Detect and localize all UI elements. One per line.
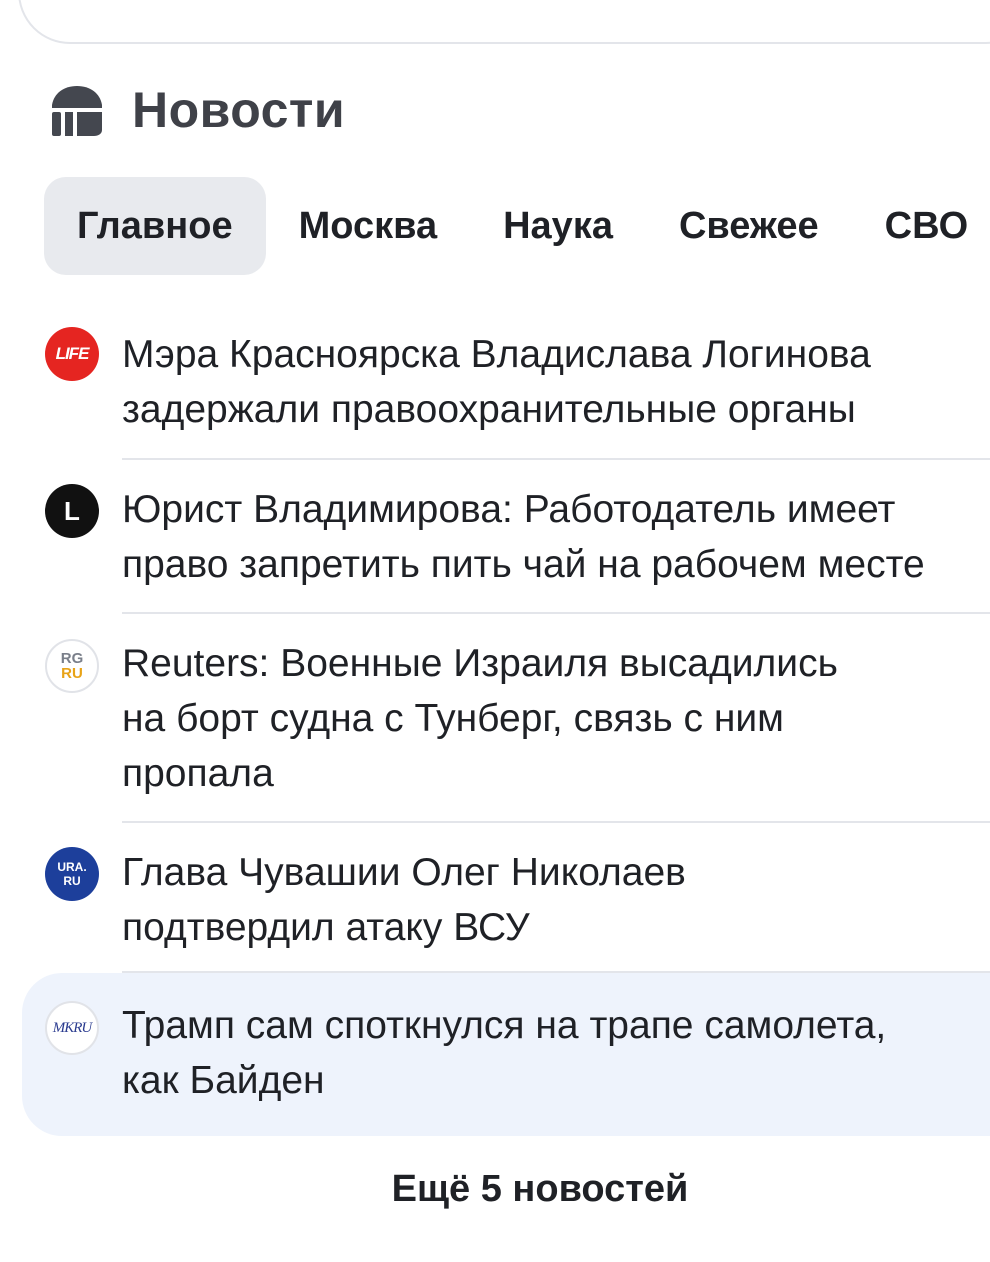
- news-headline[interactable]: Reuters: Военные Израиля высадились на б…: [122, 614, 990, 801]
- news-item[interactable]: LIFE Мэра Красноярска Владислава Логинов…: [0, 305, 990, 460]
- news-item-highlighted[interactable]: MKRU Трамп сам споткнулся на трапе самол…: [22, 973, 990, 1136]
- news-header: Новости: [48, 78, 345, 142]
- tab-svo[interactable]: СВО: [852, 177, 990, 275]
- ura-source-icon: URA. RU: [45, 847, 99, 901]
- news-item[interactable]: RG RU Reuters: Военные Израиля высадилис…: [0, 614, 990, 823]
- news-headline[interactable]: Мэра Красноярска Владислава Логинова зад…: [122, 305, 990, 437]
- news-headline[interactable]: Трамп сам споткнулся на трапе самолета, …: [122, 973, 990, 1108]
- section-title: Новости: [132, 82, 346, 138]
- news-list: LIFE Мэра Красноярска Владислава Логинов…: [0, 305, 990, 1136]
- news-tabs: Главное Москва Наука Свежее СВО: [44, 177, 990, 275]
- tab-latest[interactable]: Свежее: [646, 177, 852, 275]
- rg-source-icon: RG RU: [45, 639, 99, 693]
- life-source-icon: LIFE: [45, 327, 99, 381]
- news-headline[interactable]: Юрист Владимирова: Работодатель имеет пр…: [122, 460, 990, 592]
- tab-science[interactable]: Наука: [470, 177, 646, 275]
- news-item[interactable]: URA. RU Глава Чувашии Олег Николаев подт…: [0, 823, 990, 973]
- news-logo-icon: [52, 86, 102, 136]
- more-news-button[interactable]: Ещё 5 новостей: [0, 1168, 990, 1211]
- search-bar[interactable]: [18, 0, 990, 44]
- tab-moscow[interactable]: Москва: [266, 177, 471, 275]
- mk-source-icon: MKRU: [45, 1001, 99, 1055]
- tab-main[interactable]: Главное: [44, 177, 266, 275]
- news-item[interactable]: L Юрист Владимирова: Работодатель имеет …: [0, 460, 990, 614]
- l-source-icon: L: [45, 484, 99, 538]
- news-headline[interactable]: Глава Чувашии Олег Николаев подтвердил а…: [122, 823, 990, 955]
